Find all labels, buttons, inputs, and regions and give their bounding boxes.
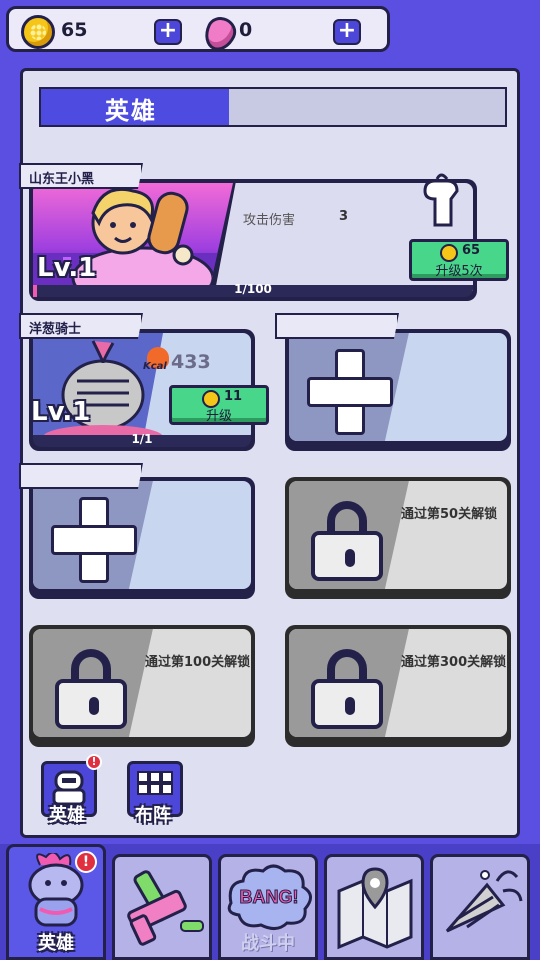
upgrade-5x-button[interactable]: 65 升级5次 [409,239,509,281]
stat-label: 攻击伤害 [243,213,296,228]
empty-hero-slot[interactable] [285,329,511,451]
unlock-condition: 通过第300关解锁 [401,655,507,670]
plus-icon [307,349,393,435]
alert-badge: ! [75,851,97,873]
add-coins-button[interactable]: + [154,19,182,45]
nav-battle[interactable]: BANG! 战斗中 [218,854,318,960]
hero-progress-bar: 1/1 [33,432,251,447]
unlock-condition: 通过第100关解锁 [145,655,251,670]
coin-icon [21,15,55,49]
subtab-formation-label: 布阵 [135,805,171,826]
hero-progress-text: 1/1 [131,432,153,446]
kcal-label: Kcal [143,361,167,372]
upgrade-button[interactable]: 11 升级 [169,385,269,425]
add-gems-button[interactable]: + [333,19,361,45]
gem-count: 0 [239,19,253,41]
alert-badge: ! [86,754,102,770]
locked-hero-slot[interactable]: 通过第300关解锁 [285,625,511,747]
empty-name-tag [275,313,399,339]
nav-battle-label: 战斗中 [241,933,295,954]
kcal-value: 433 [171,351,211,373]
map-icon [337,867,413,950]
panel-header: 英雄 [39,87,507,127]
upgrade-cost: 65 [462,243,481,258]
lock-icon [55,649,127,729]
hero-card-2[interactable]: Kcal 433 11 升级 Lv.1 1/1 [29,329,269,451]
upgrade-label: 升级5次 [435,264,483,279]
currency-bar: 65 + 0 + [6,6,390,56]
subtab-heroes-label: 英雄 [49,805,85,826]
lock-icon [311,649,383,729]
empty-name-tag [19,463,143,489]
plus-icon [51,497,137,583]
hero-level: Lv.1 [31,397,91,427]
locked-hero-slot[interactable]: 通过第50关解锁 [285,477,511,599]
page-title: 英雄 [105,97,157,125]
bang-icon: BANG! [227,864,312,930]
nav-heroes-label: 英雄 [38,933,74,954]
upgrade-cost: 11 [224,389,243,404]
nav-heroes[interactable]: ! 英雄 [6,844,106,960]
hero-name-tag: 山东王小黑 [19,163,143,189]
nav-party[interactable] [430,854,530,960]
pointing-hand-icon [423,173,459,227]
party-icon [445,870,523,933]
weapon-icon [127,870,204,946]
gem-icon [199,12,241,56]
hero-progress-text: 1/100 [234,282,272,296]
hero-level: Lv.1 [37,253,97,283]
empty-hero-slot[interactable] [29,477,255,599]
nav-map[interactable] [324,854,424,960]
nav-weapons[interactable] [112,854,212,960]
upgrade-label: 升级 [205,409,232,424]
hero-card-1[interactable]: 攻击伤害 3 65 升级5次 Lv.1 1/100 [29,179,509,301]
unlock-condition: 通过第50关解锁 [401,507,498,522]
hero-name-tag: 洋葱骑士 [19,313,143,339]
lock-icon [311,501,383,581]
stat-value: 3 [339,209,349,224]
bottom-navigation: ! 英雄 BANG! 战斗中 [0,844,540,960]
bang-text: BANG! [240,887,299,907]
hero-progress-bar: 1/100 [33,282,473,297]
locked-hero-slot[interactable]: 通过第100关解锁 [29,625,255,747]
heroes-panel: 英雄 攻击伤害 3 65 升级5次 Lv.1 1/100 山东王小黑 Kcal … [19,68,520,838]
coin-count: 65 [61,19,88,41]
